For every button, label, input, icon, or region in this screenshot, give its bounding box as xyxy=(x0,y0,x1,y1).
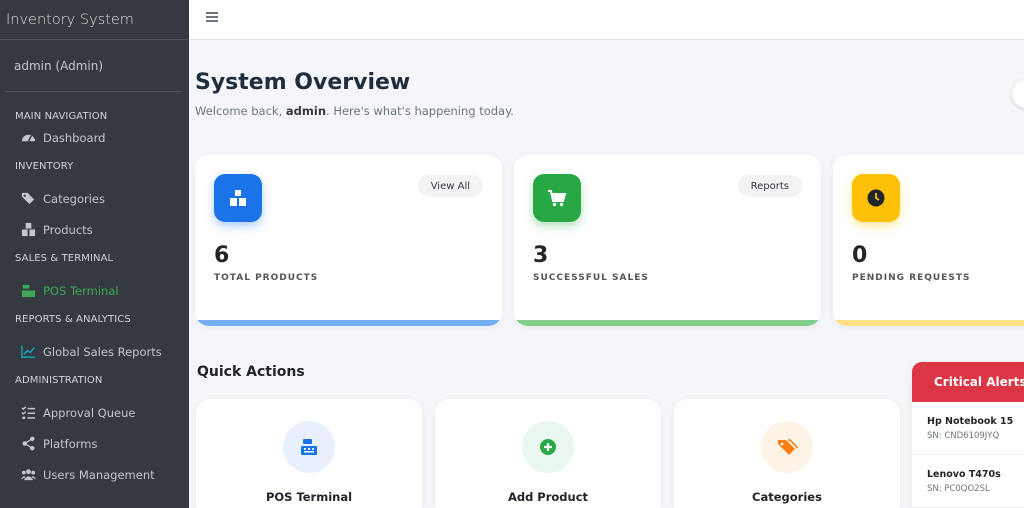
nav-header-inventory: INVENTORY xyxy=(15,161,74,172)
nav-header-reports: REPORTS & ANALYTICS xyxy=(15,314,131,325)
user-name: admin (Admin) xyxy=(14,58,104,73)
sidebar-item-label: Categories xyxy=(43,191,105,206)
critical-alerts-title: Critical Alerts xyxy=(934,375,1024,389)
stat-label: SUCCESSFUL SALES xyxy=(533,273,649,283)
sidebar-item-categories[interactable]: Categories xyxy=(0,183,189,214)
tags-icon xyxy=(761,421,813,473)
user-panel[interactable]: admin (Admin) xyxy=(6,40,183,92)
gauge-icon xyxy=(20,130,36,146)
critical-alerts-header: Critical Alerts xyxy=(912,362,1024,402)
welcome-user: admin xyxy=(285,104,327,118)
sidebar-item-products[interactable]: Products xyxy=(0,214,189,245)
sidebar-item-label: Users Management xyxy=(43,467,155,482)
page-title: System Overview xyxy=(195,70,411,95)
sidebar-item-approval-queue[interactable]: Approval Queue xyxy=(0,397,189,428)
stat-card-accent-bar xyxy=(514,320,821,326)
sidebar-nav: MAIN NAVIGATION Dashboard INVENTORY Cate… xyxy=(0,92,189,490)
quick-action-label: Add Product xyxy=(507,490,589,504)
cart-icon xyxy=(533,174,581,222)
sidebar-item-label: Approval Queue xyxy=(43,405,136,420)
cash-register-icon xyxy=(20,283,36,299)
welcome-suffix: . Here's what's happening today. xyxy=(326,104,514,118)
brand[interactable]: Inventory System xyxy=(0,0,189,40)
stat-label: TOTAL PRODUCTS xyxy=(214,273,319,283)
tags-icon xyxy=(20,191,36,207)
alert-item-serial: SN: PC0QO2SL xyxy=(927,484,990,494)
tasks-icon xyxy=(20,405,36,421)
line-chart-icon xyxy=(20,344,36,360)
critical-alerts-panel: Critical Alerts Hp Notebook 15 SN: CND61… xyxy=(912,362,1024,508)
boxes-icon xyxy=(214,174,262,222)
reports-button[interactable]: Reports xyxy=(737,175,802,197)
quick-action-pos-terminal[interactable]: POS Terminal xyxy=(196,399,422,508)
sidebar: Inventory System admin (Admin) MAIN NAVI… xyxy=(0,0,189,508)
alert-item[interactable]: Hp Notebook 15 SN: CND6109JYQ xyxy=(912,402,1024,455)
sidebar-item-platforms[interactable]: Platforms xyxy=(0,428,189,459)
brand-text: Inventory System xyxy=(6,11,134,28)
sidebar-item-users-management[interactable]: Users Management xyxy=(0,459,189,490)
stat-value: 0 xyxy=(852,243,868,268)
quick-action-label: Categories xyxy=(752,490,822,504)
sidebar-item-label: Global Sales Reports xyxy=(43,344,162,359)
sidebar-item-global-sales-reports[interactable]: Global Sales Reports xyxy=(0,336,189,367)
users-icon xyxy=(20,467,36,483)
stat-value: 6 xyxy=(214,243,230,268)
nav-header-main: MAIN NAVIGATION xyxy=(15,111,108,122)
nav-header-sales: SALES & TERMINAL xyxy=(15,253,114,264)
sidebar-item-label: Products xyxy=(43,222,93,237)
stat-card-total-products: View All 6 TOTAL PRODUCTS xyxy=(195,155,502,326)
welcome-prefix: Welcome back, xyxy=(195,104,286,118)
share-icon xyxy=(20,436,36,452)
nav-header-admin: ADMINISTRATION xyxy=(15,375,103,386)
stat-label: PENDING REQUESTS xyxy=(852,273,971,283)
stat-value: 3 xyxy=(533,243,549,268)
sidebar-item-dashboard[interactable]: Dashboard xyxy=(0,122,189,153)
clock-icon xyxy=(852,174,900,222)
stat-card-accent-bar xyxy=(833,320,1024,326)
boxes-icon xyxy=(20,222,36,238)
top-navbar xyxy=(189,0,1024,40)
stat-card-pending-requests: 0 PENDING REQUESTS xyxy=(833,155,1024,326)
sidebar-item-pos-terminal[interactable]: POS Terminal xyxy=(0,275,189,306)
sidebar-item-label: POS Terminal xyxy=(43,283,119,298)
sidebar-item-label: Dashboard xyxy=(43,130,106,145)
quick-action-categories[interactable]: Categories xyxy=(674,399,900,508)
alert-item-name: Hp Notebook 15 xyxy=(927,416,1014,427)
quick-actions-title: Quick Actions xyxy=(197,364,305,380)
alert-item-name: Lenovo T470s xyxy=(927,469,1001,480)
cash-register-icon xyxy=(283,421,335,473)
plus-circle-icon xyxy=(522,421,574,473)
view-all-button[interactable]: View All xyxy=(417,175,483,197)
quick-action-add-product[interactable]: Add Product xyxy=(435,399,661,508)
hamburger-menu-icon[interactable] xyxy=(206,12,218,24)
alert-item[interactable]: Lenovo T470s SN: PC0QO2SL xyxy=(912,455,1024,508)
alert-item-serial: SN: CND6109JYQ xyxy=(927,431,1000,441)
sidebar-item-label: Platforms xyxy=(43,436,98,451)
welcome-message: Welcome back, admin. Here's what's happe… xyxy=(195,104,514,118)
quick-action-label: POS Terminal xyxy=(265,490,353,504)
stat-card-successful-sales: Reports 3 SUCCESSFUL SALES xyxy=(514,155,821,326)
header-action-button[interactable] xyxy=(1012,80,1024,108)
stat-card-accent-bar xyxy=(195,320,502,326)
